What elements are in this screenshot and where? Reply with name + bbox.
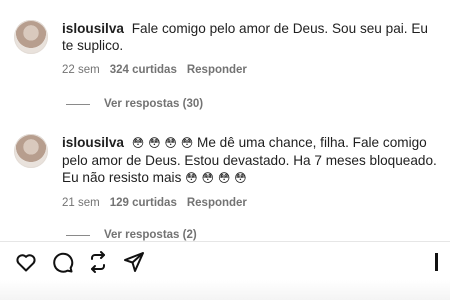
reply-button[interactable]: Responder — [187, 197, 247, 209]
comment-time: 22 sem — [62, 64, 100, 76]
replies-divider — [66, 103, 90, 105]
comment-username[interactable]: islousilva — [62, 135, 124, 150]
comment-username[interactable]: islousilva — [62, 21, 124, 36]
comment-time: 21 sem — [62, 197, 100, 209]
comment-meta: 21 sem 129 curtidas Responder — [62, 197, 437, 209]
view-replies-label: Ver respostas (2) — [104, 229, 197, 241]
comment-meta: 22 sem 324 curtidas Responder — [62, 64, 437, 76]
comment-body: islousilva 😳 😳 😳 😳 Me dê uma chance, fil… — [62, 134, 437, 209]
view-replies-button[interactable]: Ver respostas (2) — [66, 229, 197, 241]
replies-divider — [66, 234, 90, 236]
avatar[interactable] — [14, 134, 48, 168]
view-replies-button[interactable]: Ver respostas (30) — [66, 98, 203, 110]
likes-count[interactable]: 129 curtidas — [110, 197, 177, 209]
view-replies-label: Ver respostas (30) — [104, 98, 204, 110]
avatar[interactable] — [14, 20, 48, 54]
likes-count[interactable]: 324 curtidas — [110, 64, 177, 76]
bookmark-icon[interactable] — [435, 253, 446, 271]
section-divider — [0, 241, 450, 242]
comment-text-block: islousilva Fale comigo pelo amor de Deus… — [62, 20, 437, 54]
comment-text-block: islousilva 😳 😳 😳 😳 Me dê uma chance, fil… — [62, 134, 437, 187]
comment-body: islousilva Fale comigo pelo amor de Deus… — [62, 20, 437, 76]
comment-emojis-after: 😳 😳 😳 😳 — [185, 171, 247, 185]
repost-icon[interactable] — [86, 250, 110, 274]
post-action-bar — [14, 250, 146, 274]
heart-icon[interactable] — [14, 250, 38, 274]
bottom-fade — [0, 280, 450, 300]
reply-button[interactable]: Responder — [187, 64, 247, 76]
send-icon[interactable] — [122, 250, 146, 274]
comment-icon[interactable] — [50, 250, 74, 274]
comment-emojis-before: 😳 😳 😳 😳 — [131, 136, 194, 150]
